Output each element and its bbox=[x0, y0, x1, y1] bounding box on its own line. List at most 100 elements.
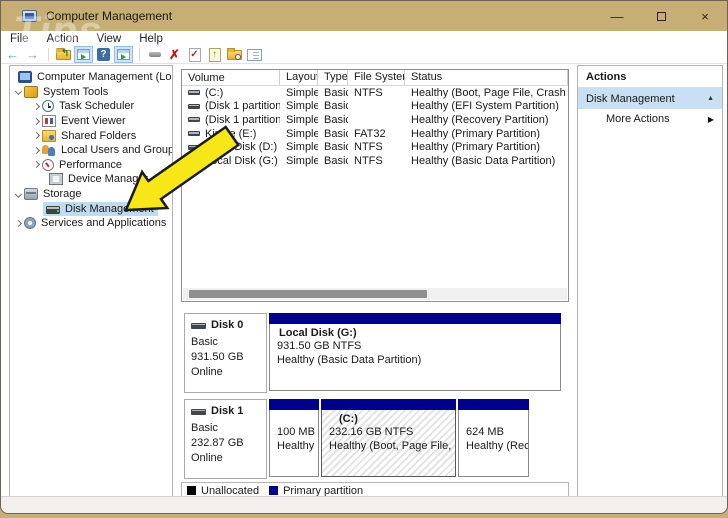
move-up-button[interactable]: ↑ bbox=[205, 46, 224, 63]
explore-button[interactable] bbox=[225, 46, 244, 63]
tree-item-task-scheduler[interactable]: Task Scheduler bbox=[10, 99, 172, 114]
tree-item-event-viewer[interactable]: Event Viewer bbox=[10, 114, 172, 129]
computer-management-window: Computer Management — × Tips File Action… bbox=[0, 0, 728, 514]
tree-item-label: Performance bbox=[59, 159, 122, 171]
column-header-file-system[interactable]: File System bbox=[348, 70, 405, 85]
menu-help[interactable]: Help bbox=[130, 31, 172, 46]
mark-partition-button[interactable]: ✓ bbox=[185, 46, 204, 63]
menu-action[interactable]: Action bbox=[38, 31, 88, 46]
storage-icon bbox=[24, 188, 38, 200]
more-actions-item[interactable]: More Actions ▶ bbox=[578, 109, 722, 129]
partition-size: 624 MB bbox=[466, 426, 526, 440]
partition-size: 931.50 GB NTFS bbox=[277, 340, 558, 354]
folder-up-icon: ↰ bbox=[56, 50, 71, 60]
table-row[interactable]: (C:) Simple Basic NTFS Healthy (Boot, Pa… bbox=[182, 86, 568, 100]
table-row[interactable]: Local Disk (G:) Simple Basic NTFS Health… bbox=[182, 154, 568, 168]
chevron-collapsed-icon[interactable] bbox=[33, 103, 40, 110]
tree-item-label: Computer Management (Local) bbox=[37, 71, 173, 83]
tree-item-performance[interactable]: Performance bbox=[10, 158, 172, 173]
up-level-button[interactable]: ↰ bbox=[54, 46, 73, 63]
console-tree-panel: Computer Management (Local) System Tools… bbox=[9, 65, 173, 497]
help-icon: ? bbox=[97, 48, 110, 61]
chevron-collapsed-icon[interactable] bbox=[33, 132, 40, 139]
forward-button[interactable]: → bbox=[23, 46, 42, 63]
partition-size: 100 MB bbox=[277, 426, 316, 440]
pointer-tool-button[interactable] bbox=[145, 46, 164, 63]
menu-view[interactable]: View bbox=[88, 31, 131, 46]
primary-partition-bar bbox=[321, 399, 456, 410]
delete-volume-button[interactable]: ✗ bbox=[165, 46, 184, 63]
column-header-layout[interactable]: Layout bbox=[280, 70, 318, 85]
collapse-icon[interactable]: ▲ bbox=[707, 95, 714, 102]
partition-status: Healthy (Boot, Page File, Cras bbox=[329, 440, 453, 454]
column-header-volume[interactable]: Volume bbox=[182, 70, 280, 85]
actions-header: Actions bbox=[578, 66, 722, 88]
close-button[interactable]: × bbox=[683, 1, 727, 31]
services-icon bbox=[24, 217, 36, 229]
maximize-button[interactable] bbox=[639, 1, 683, 31]
tree-item-device-manager[interactable]: Device Manager bbox=[10, 172, 172, 187]
partition-efi[interactable]: 100 MB Healthy ( bbox=[269, 399, 319, 477]
tree-item-storage[interactable]: Storage bbox=[10, 187, 172, 202]
show-console-tree-button[interactable] bbox=[74, 46, 93, 63]
show-action-pane-button[interactable] bbox=[114, 46, 133, 63]
actions-group-disk-management[interactable]: Disk Management ▲ bbox=[578, 88, 722, 109]
disk-1-label[interactable]: Disk 1 Basic 232.87 GB Online bbox=[184, 399, 267, 479]
table-row[interactable]: Kindle (E:) Simple Basic FAT32 Healthy (… bbox=[182, 127, 568, 141]
tree-item-label: Disk Management bbox=[65, 203, 154, 215]
back-button[interactable]: ← bbox=[3, 46, 22, 63]
device-icon bbox=[49, 173, 63, 185]
chevron-collapsed-icon[interactable] bbox=[33, 161, 40, 168]
chevron-collapsed-icon[interactable] bbox=[33, 147, 40, 154]
expand-icon[interactable]: ▶ bbox=[708, 115, 714, 124]
window-title: Computer Management bbox=[46, 9, 172, 23]
chevron-collapsed-icon[interactable] bbox=[15, 220, 22, 227]
partition-c-selected[interactable]: (C:) 232.16 GB NTFS Healthy (Boot, Page … bbox=[321, 399, 456, 477]
disk-size: 232.87 GB bbox=[191, 436, 266, 451]
column-header-type[interactable]: Type bbox=[318, 70, 348, 85]
column-header-status[interactable]: Status bbox=[405, 70, 568, 85]
partition-title bbox=[277, 413, 316, 426]
legend-unallocated: Unallocated bbox=[187, 485, 259, 497]
menu-file[interactable]: File bbox=[1, 31, 38, 46]
tree-item-services-applications[interactable]: Services and Applications bbox=[10, 216, 172, 231]
tree-item-system-tools[interactable]: System Tools bbox=[10, 85, 172, 100]
tree-item-label: Shared Folders bbox=[61, 130, 136, 142]
disk-1-block: Disk 1 Basic 232.87 GB Online 100 MB Hea… bbox=[181, 399, 571, 479]
tree-item-shared-folders[interactable]: Shared Folders bbox=[10, 128, 172, 143]
volume-table-header: Volume Layout Type File System Status bbox=[182, 70, 568, 86]
disk-icon bbox=[188, 90, 200, 95]
event-log-icon bbox=[42, 115, 56, 127]
back-icon: ← bbox=[6, 47, 19, 62]
disk-icon bbox=[191, 323, 206, 329]
tree-item-disk-management[interactable]: Disk Management bbox=[10, 201, 172, 216]
scrollbar-thumb[interactable] bbox=[189, 290, 427, 298]
partition-recovery[interactable]: 624 MB Healthy (Reco bbox=[458, 399, 529, 477]
horizontal-scrollbar[interactable] bbox=[183, 288, 567, 300]
status-bar bbox=[1, 496, 727, 513]
table-row[interactable]: Local Disk (D:) Simple Basic NTFS Health… bbox=[182, 140, 568, 154]
shared-folder-icon bbox=[42, 130, 56, 142]
minimize-button[interactable]: — bbox=[595, 1, 639, 31]
disk-size: 931.50 GB bbox=[191, 350, 266, 365]
disk-icon bbox=[46, 206, 60, 214]
table-row[interactable]: (Disk 1 partition 4) Simple Basic Health… bbox=[182, 113, 568, 127]
table-row[interactable]: (Disk 1 partition 1) Simple Basic Health… bbox=[182, 100, 568, 114]
legend-primary-partition: Primary partition bbox=[269, 485, 363, 497]
disk-0-label[interactable]: Disk 0 Basic 931.50 GB Online bbox=[184, 313, 267, 393]
primary-partition-bar bbox=[458, 399, 529, 410]
chevron-expanded-icon[interactable] bbox=[15, 88, 22, 95]
properties-icon bbox=[247, 49, 262, 61]
partition-g[interactable]: Local Disk (G:) 931.50 GB NTFS Healthy (… bbox=[269, 313, 561, 391]
chevron-expanded-icon[interactable] bbox=[15, 191, 22, 198]
tree-item-computer-management[interactable]: Computer Management (Local) bbox=[10, 70, 172, 85]
properties-button[interactable] bbox=[245, 46, 264, 63]
disk-kind: Basic bbox=[191, 335, 266, 350]
chevron-collapsed-icon[interactable] bbox=[33, 118, 40, 125]
primary-partition-swatch bbox=[269, 486, 278, 495]
tree-item-label: Event Viewer bbox=[61, 115, 126, 127]
tree-item-label: Services and Applications bbox=[41, 217, 166, 229]
help-button[interactable]: ? bbox=[94, 46, 113, 63]
tree-item-local-users-groups[interactable]: Local Users and Groups bbox=[10, 143, 172, 158]
volume-list-pane: Volume Layout Type File System Status (C… bbox=[181, 69, 569, 302]
